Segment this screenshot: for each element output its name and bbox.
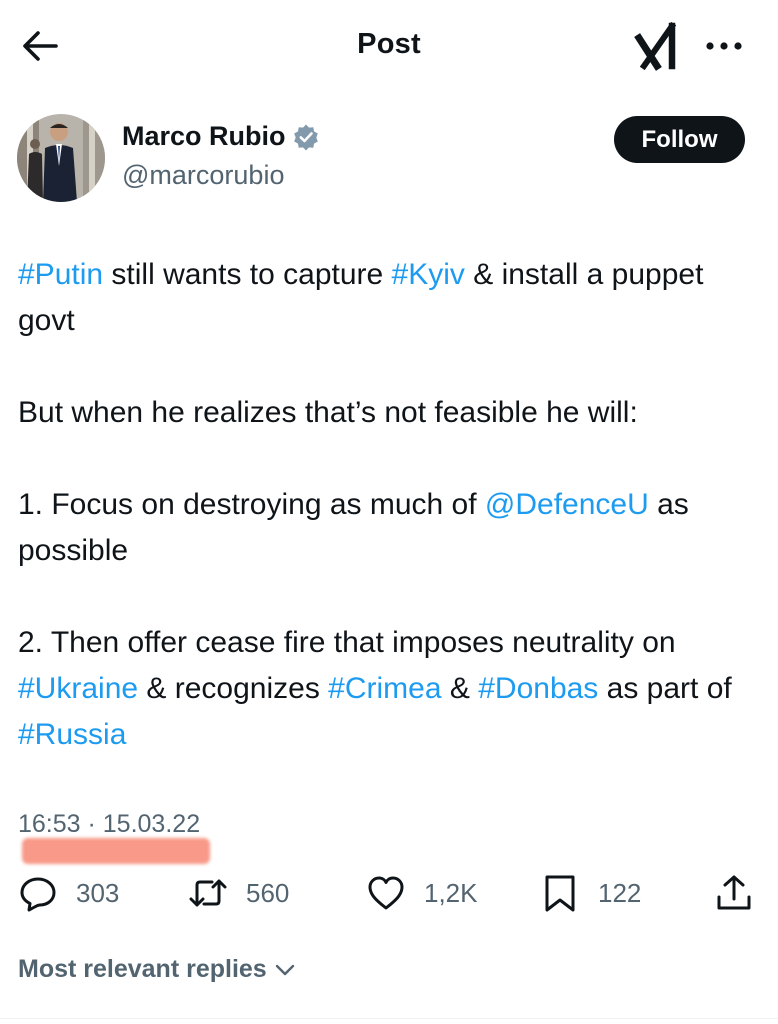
tweet-text-segment: as part of [598,672,732,705]
hashtag-link[interactable]: #Crimea [328,672,441,705]
verified-badge-icon [293,124,318,150]
tweet-paragraph: But when he realizes that’s not feasible… [18,390,758,436]
more-horizontal-icon [706,42,742,50]
tweet-text-segment: 2. Then offer cease fire that imposes ne… [18,626,676,659]
mention-link[interactable]: @DefenceU [485,488,649,521]
share-button[interactable] [714,868,754,918]
reply-count: 303 [76,877,120,908]
avatar[interactable] [17,114,105,202]
repost-count: 560 [246,877,290,908]
tweet-text-segment: still wants to capture [103,258,392,291]
author-name[interactable]: Marco Rubio [122,121,320,152]
grok-icon [634,21,677,71]
tweet-text-segment: & [441,672,479,705]
tweet-text-segment: & recognizes [138,672,329,705]
tweet-paragraph: 2. Then offer cease fire that imposes ne… [18,620,758,758]
author-handle[interactable]: @marcorubio [122,160,284,191]
tweet-timestamp[interactable]: 16:53 · 15.03.22 [18,810,200,839]
hashtag-link[interactable]: #Putin [18,258,103,291]
hashtag-link[interactable]: #Russia [18,718,126,751]
author-name-text: Marco Rubio [122,121,286,151]
repost-icon [189,879,227,907]
tweet-paragraph: 1. Focus on destroying as much of @Defen… [18,482,758,574]
chevron-down-icon [275,964,294,975]
bookmark-icon [545,875,575,912]
bookmark-button[interactable]: 122 [540,868,641,918]
replies-sort-dropdown[interactable]: Most relevant replies [18,955,297,984]
repost-button[interactable]: 560 [188,868,289,918]
reply-icon [20,877,56,912]
redaction-highlight [22,838,210,864]
reply-button[interactable]: 303 [18,868,119,918]
action-bar: 303 560 1,2K 122 [0,868,778,918]
follow-button[interactable]: Follow [614,116,745,163]
hashtag-link[interactable]: #Donbas [478,672,598,705]
more-options-button[interactable] [702,32,746,60]
tweet-text-segment: 1. Focus on destroying as much of [18,488,485,521]
tweet-text-segment: But when he realizes that’s not feasible… [18,396,638,429]
heart-icon [368,876,404,910]
top-bar: Post [0,0,778,90]
like-button[interactable]: 1,2K [366,868,478,918]
share-icon [717,875,751,910]
hashtag-link[interactable]: #Ukraine [18,672,138,705]
divider [0,1018,778,1019]
avatar-photo [17,114,105,202]
replies-sort-label: Most relevant replies [18,955,267,983]
tweet-text: #Putin still wants to capture #Kyiv & in… [18,252,758,758]
like-count: 1,2K [424,877,478,908]
tweet-paragraph: #Putin still wants to capture #Kyiv & in… [18,252,758,344]
hashtag-link[interactable]: #Kyiv [392,258,465,291]
bookmark-count: 122 [598,877,642,908]
grok-button[interactable] [632,18,688,74]
